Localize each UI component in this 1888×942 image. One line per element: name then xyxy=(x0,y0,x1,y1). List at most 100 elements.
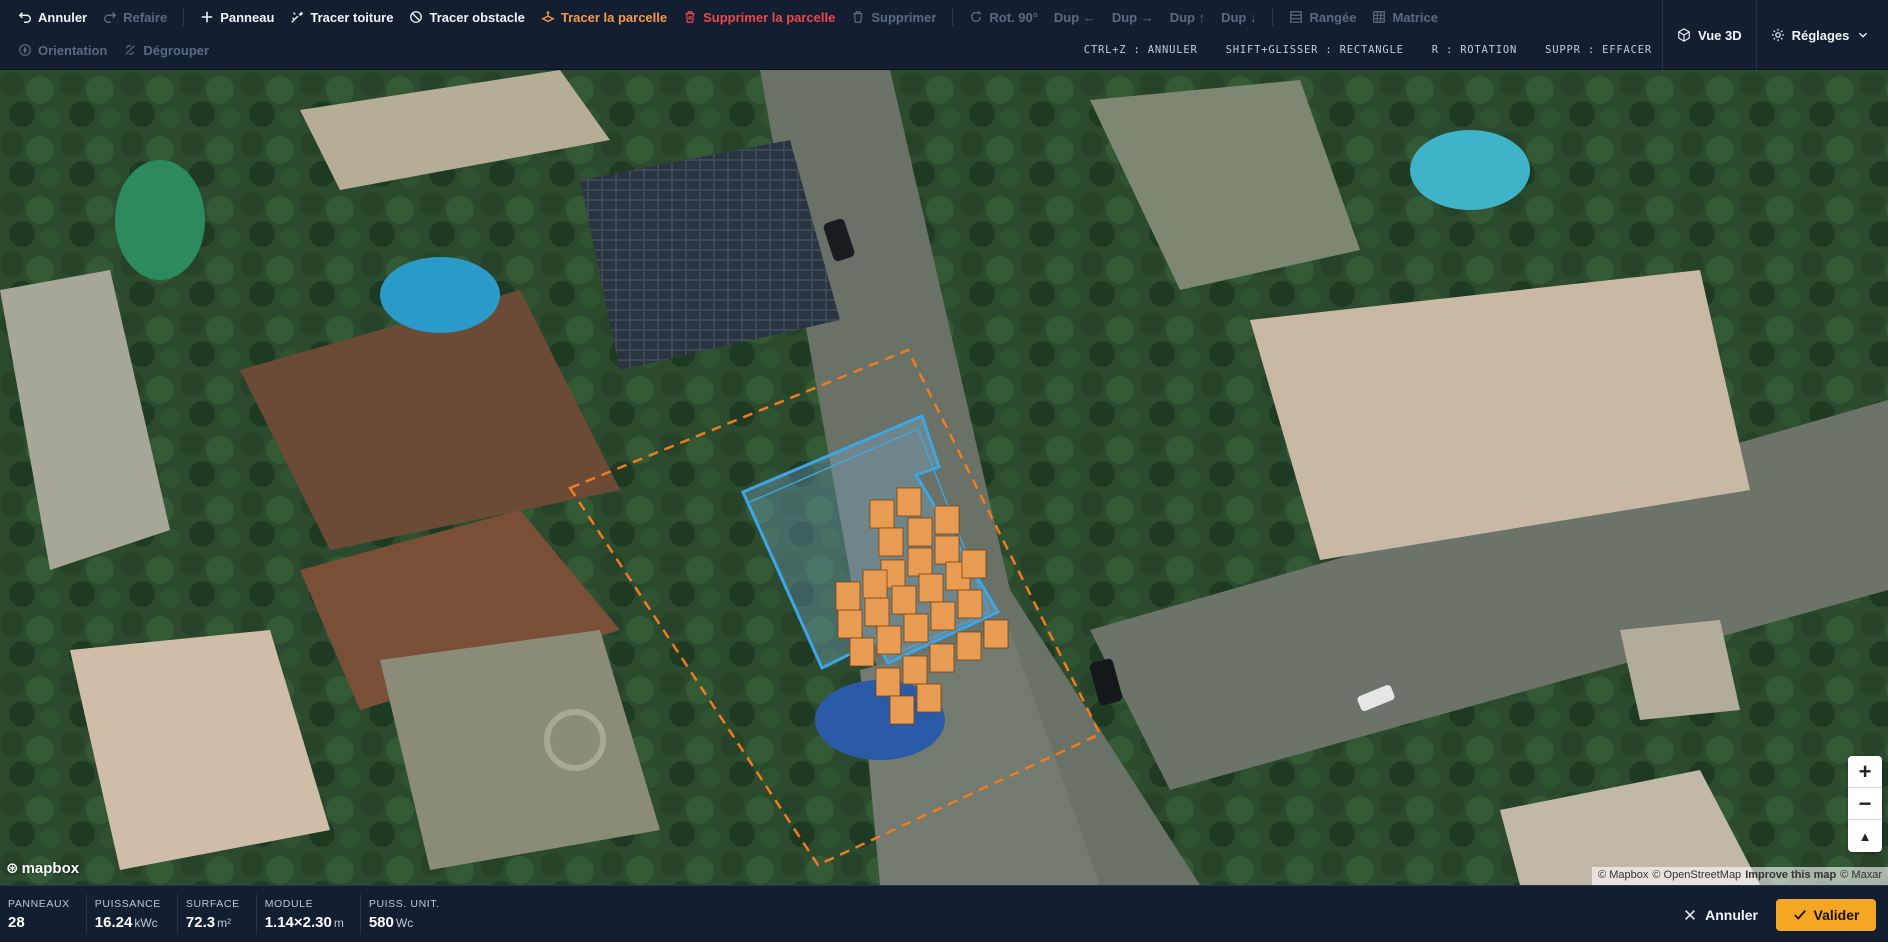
delete-label: Supprimer xyxy=(871,9,937,25)
trace-roof-button[interactable]: Tracer toiture xyxy=(282,4,401,30)
status-bar: PANNEAUX 28 PUISSANCE 16.24 kWc SURFACE 7… xyxy=(0,885,1888,942)
stat-unit-power-label: PUISS. UNIT. xyxy=(368,897,440,910)
dup-up-button[interactable]: Dup ↑ xyxy=(1162,4,1213,30)
gear-icon xyxy=(1771,28,1785,42)
stat-module-label: MODULE xyxy=(264,897,314,910)
rows-icon xyxy=(1289,10,1303,24)
row-button[interactable]: Rangée xyxy=(1281,4,1364,30)
view-3d-label: Vue 3D xyxy=(1698,27,1742,43)
delete-button[interactable]: Supprimer xyxy=(843,4,944,30)
stat-panels-value: 28 xyxy=(8,913,25,931)
dup-right-label: Dup → xyxy=(1111,9,1154,25)
roof-trace-icon xyxy=(290,10,304,24)
rotate-icon xyxy=(969,10,983,24)
stat-module: MODULE 1.14×2.30 m xyxy=(257,894,361,934)
zoom-in-button[interactable]: + xyxy=(1848,756,1882,788)
undo-icon xyxy=(18,10,32,24)
toolbar-divider xyxy=(952,8,954,26)
dup-up-label: Dup ↑ xyxy=(1169,9,1206,25)
shortcut-undo: CTRL+Z : ANNULER xyxy=(1083,44,1198,56)
stat-surface-value-wrap: 72.3 m² xyxy=(186,914,240,931)
map-attribution: © Mapbox © OpenStreetMap Improve this ma… xyxy=(1592,867,1888,885)
validate-button[interactable]: Valider xyxy=(1776,899,1876,931)
orientation-label: Orientation xyxy=(38,42,108,58)
validate-label: Valider xyxy=(1813,907,1860,923)
stat-power-unit: kWc xyxy=(134,915,158,930)
redo-icon xyxy=(103,10,117,24)
stat-surface: SURFACE 72.3 m² xyxy=(178,894,257,934)
trash-icon xyxy=(851,10,865,24)
stat-power-value: 16.24 xyxy=(94,913,133,931)
stat-module-value-wrap: 1.14×2.30 m xyxy=(265,914,344,931)
obstacle-icon xyxy=(409,10,423,24)
close-icon xyxy=(1683,908,1697,922)
stat-power: PUISSANCE 16.24 kWc xyxy=(87,894,178,934)
zoom-out-button[interactable]: − xyxy=(1848,788,1882,820)
zoom-in-label: + xyxy=(1858,758,1872,784)
ungroup-label: Dégrouper xyxy=(143,42,210,58)
dup-down-button[interactable]: Dup ↓ xyxy=(1213,4,1264,30)
attribution-maxar-link[interactable]: © Maxar xyxy=(1840,869,1882,883)
map-imagery xyxy=(0,70,1888,885)
trace-obstacle-label: Tracer obstacle xyxy=(429,9,525,25)
rotate-button[interactable]: Rot. 90° xyxy=(961,4,1046,30)
shortcut-delete: SUPPR : EFFACER xyxy=(1545,44,1652,56)
dup-down-label: Dup ↓ xyxy=(1221,9,1257,25)
trace-roof-label: Tracer toiture xyxy=(310,9,394,25)
stat-panels-label: PANNEAUX xyxy=(8,897,70,910)
compass-icon xyxy=(18,43,32,57)
stat-surface-value: 72.3 xyxy=(185,913,216,931)
toolbar-row-primary: Annuler Refaire Panneau Tracer toiture T… xyxy=(0,0,1660,34)
view-3d-button[interactable]: Vue 3D xyxy=(1663,0,1756,70)
trace-obstacle-button[interactable]: Tracer obstacle xyxy=(401,4,532,30)
attribution-mapbox-link[interactable]: © Mapbox xyxy=(1598,869,1648,883)
trace-parcel-label: Tracer la parcelle xyxy=(560,9,668,25)
rotate-label: Rot. 90° xyxy=(989,9,1038,25)
matrix-button[interactable]: Matrice xyxy=(1364,4,1446,30)
mapbox-mark-icon: ⊛ xyxy=(6,860,19,877)
delete-parcel-label: Supprimer la parcelle xyxy=(703,9,836,25)
grid-icon xyxy=(1372,10,1386,24)
orientation-button[interactable]: Orientation xyxy=(10,37,115,63)
row-label: Rangée xyxy=(1309,9,1357,25)
cube-icon xyxy=(1677,28,1691,42)
trace-parcel-button[interactable]: Tracer la parcelle xyxy=(533,4,675,30)
north-arrow-icon: ▲ xyxy=(1858,828,1872,844)
toolbar: Annuler Refaire Panneau Tracer toiture T… xyxy=(0,0,1888,70)
plus-icon xyxy=(200,10,214,24)
dup-right-button[interactable]: Dup → xyxy=(1104,4,1162,30)
shortcut-rectangle: SHIFT+GLISSER : RECTANGLE xyxy=(1225,44,1404,56)
stat-unit-power-unit: Wc xyxy=(395,915,414,930)
stat-unit-power: PUISS. UNIT. 580 Wc xyxy=(361,894,456,934)
improve-map-link[interactable]: Improve this map xyxy=(1745,869,1836,883)
zoom-out-label: − xyxy=(1858,790,1872,816)
redo-button[interactable]: Refaire xyxy=(95,4,175,30)
cancel-button[interactable]: Annuler xyxy=(1683,901,1758,929)
compass-button[interactable]: ▲ xyxy=(1848,820,1882,852)
toolbar-right: Vue 3D Réglages xyxy=(1662,0,1888,70)
delete-parcel-button[interactable]: Supprimer la parcelle xyxy=(675,4,843,30)
undo-label: Annuler xyxy=(38,9,88,25)
stat-unit-power-value: 580 xyxy=(368,913,394,931)
stat-module-unit: m xyxy=(333,915,344,930)
stat-panels: PANNEAUX 28 xyxy=(0,894,87,934)
trash-icon xyxy=(683,10,697,24)
toolbar-divider xyxy=(183,8,185,26)
ungroup-button[interactable]: Dégrouper xyxy=(115,37,217,63)
toolbar-divider xyxy=(1272,8,1274,26)
mapbox-logo[interactable]: ⊛ mapbox xyxy=(6,859,79,878)
undo-button[interactable]: Annuler xyxy=(10,4,95,30)
settings-button[interactable]: Réglages xyxy=(1755,0,1885,70)
matrix-label: Matrice xyxy=(1392,9,1438,25)
satellite-map[interactable]: ⊛ mapbox + − ▲ © Mapbox © OpenStreetMap … xyxy=(0,70,1888,885)
settings-label: Réglages xyxy=(1791,27,1850,43)
dup-left-button[interactable]: Dup ← xyxy=(1046,4,1104,30)
stat-power-value-wrap: 16.24 kWc xyxy=(95,914,161,931)
add-panel-label: Panneau xyxy=(220,9,275,25)
shortcut-rotation: R : ROTATION xyxy=(1431,44,1518,56)
check-icon xyxy=(1793,908,1807,922)
zoom-controls: + − ▲ xyxy=(1848,756,1882,852)
cancel-label: Annuler xyxy=(1705,907,1758,923)
attribution-osm-link[interactable]: © OpenStreetMap xyxy=(1652,869,1741,883)
add-panel-button[interactable]: Panneau xyxy=(192,4,282,30)
